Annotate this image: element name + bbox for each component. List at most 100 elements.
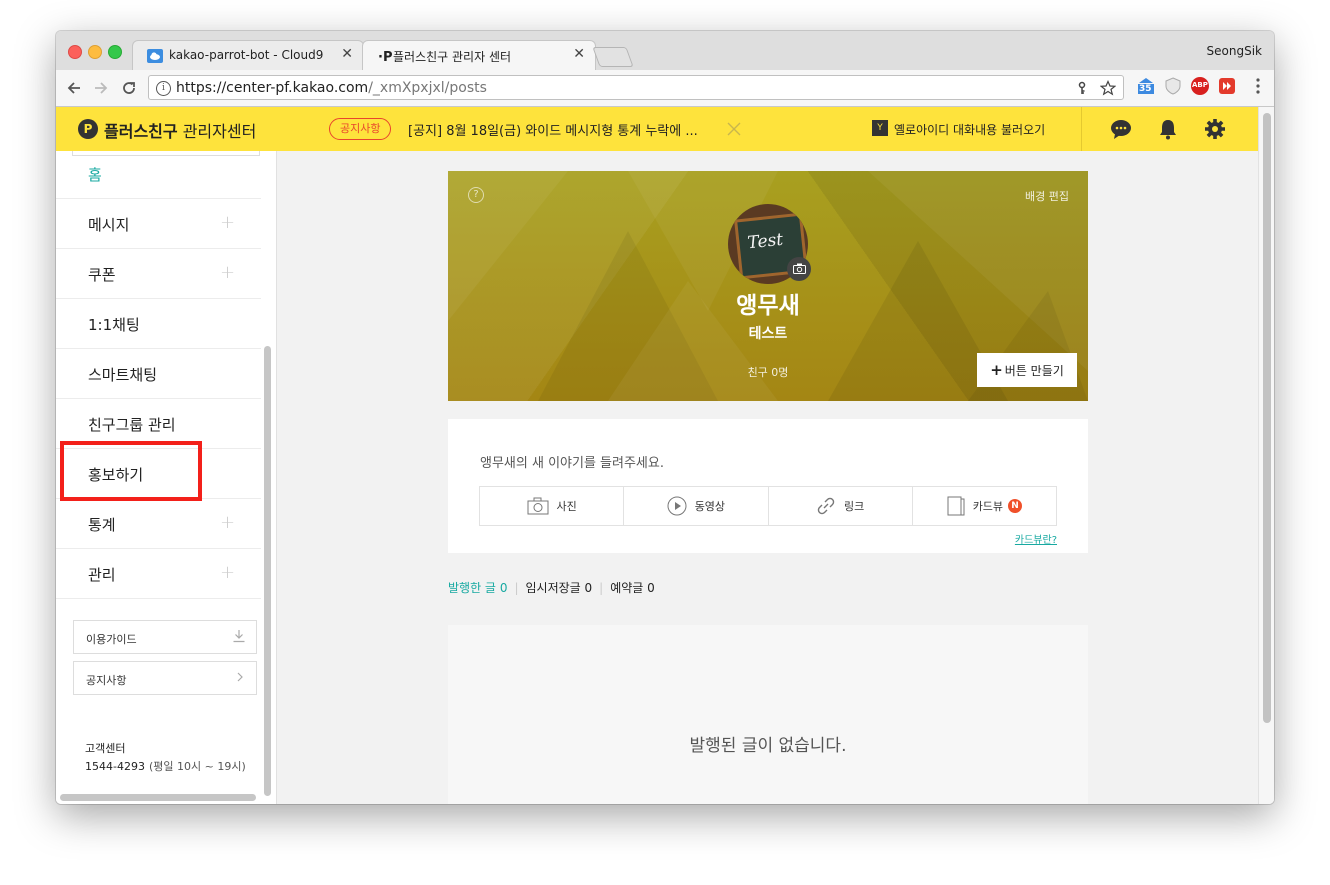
sidebar-item-label: 스마트채팅: [88, 366, 158, 384]
post-composer: 앵무새의 새 이야기를 들려주세요. 사진 동영상 링크 카드뷰 N 카드뷰란?: [448, 419, 1088, 553]
profile-name: 앵무새: [736, 293, 800, 319]
card-icon: [947, 496, 965, 516]
key-icon[interactable]: [1075, 81, 1089, 95]
sidebar-horizontal-scrollbar[interactable]: [60, 794, 256, 801]
tab-close-icon[interactable]: ✕: [573, 46, 585, 62]
app-brand[interactable]: 플러스친구 관리자센터: [104, 118, 256, 142]
svg-text:·P: ·P: [378, 50, 392, 64]
sidebar-item-message[interactable]: 메시지 +: [56, 199, 261, 249]
camera-icon[interactable]: [787, 257, 811, 281]
address-bar[interactable]: i https://center-pf.kakao.com/_xmXpxjxl/…: [148, 75, 1124, 100]
profile-name[interactable]: SeongSik: [1207, 44, 1262, 58]
customer-center-phone: 1544-4293 (평일 10시 ~ 19시): [85, 760, 246, 773]
reload-icon[interactable]: [121, 80, 137, 96]
chevron-right-icon: [237, 672, 243, 682]
browser-menu-icon[interactable]: [1249, 77, 1267, 95]
help-icon[interactable]: ?: [468, 187, 484, 203]
background-edit-button[interactable]: 배경 편집: [1025, 188, 1069, 204]
make-button-button[interactable]: + 버튼 만들기: [977, 353, 1077, 387]
tab-plusfriend[interactable]: ·P 플러스친구 관리자 센터 ✕: [362, 40, 596, 70]
tab-scheduled[interactable]: 예약글 0: [610, 581, 655, 595]
plusfriend-favicon-icon: ·P: [378, 50, 392, 64]
bookmark-star-icon[interactable]: [1100, 80, 1116, 96]
tab-title: 플러스친구 관리자 센터: [393, 50, 512, 64]
page-scrollbar-thumb[interactable]: [1263, 113, 1271, 723]
sidebar: 홈 메시지 + 쿠폰 + 1:1채팅 스마트채팅 친구그룹 관리 홍보하기 통계…: [56, 151, 277, 804]
page-scrollbar[interactable]: [1258, 107, 1274, 804]
link-icon: [817, 497, 835, 515]
expand-plus-icon[interactable]: +: [220, 262, 235, 283]
sidebar-item-label: 관리: [88, 566, 116, 584]
main-content: ? 배경 편집 Test 앵무새 테스트 친구 0명 + 버튼 만들기 앵무새의…: [277, 151, 1258, 804]
minimize-window-button[interactable]: [88, 45, 102, 59]
browser-toolbar: i https://center-pf.kakao.com/_xmXpxjxl/…: [56, 70, 1274, 107]
extension-badge-icon[interactable]: 35: [1137, 77, 1155, 95]
sidebar-item-manage[interactable]: 관리 +: [56, 549, 261, 599]
expand-plus-icon[interactable]: +: [220, 512, 235, 533]
empty-posts-panel: 발행된 글이 없습니다.: [448, 625, 1088, 804]
notice-badge[interactable]: 공지사항: [329, 118, 392, 140]
sidebar-item-smart-chat[interactable]: 스마트채팅: [56, 349, 261, 399]
download-icon: [233, 630, 245, 643]
tab-close-icon[interactable]: ✕: [341, 46, 353, 62]
customer-center-title: 고객센터: [85, 742, 126, 755]
zoom-window-button[interactable]: [108, 45, 122, 59]
shield-extension-icon[interactable]: [1164, 77, 1182, 95]
usage-guide-label: 이용가이드: [86, 633, 137, 646]
sidebar-item-statistics[interactable]: 통계 +: [56, 499, 261, 549]
composer-placeholder[interactable]: 앵무새의 새 이야기를 들려주세요.: [480, 452, 664, 471]
cardview-help-link[interactable]: 카드뷰란?: [1015, 531, 1057, 546]
forward-arrow-icon[interactable]: [93, 80, 109, 96]
notice-close-icon[interactable]: [726, 121, 742, 137]
expand-plus-icon[interactable]: +: [220, 562, 235, 583]
new-tab-button[interactable]: [592, 47, 634, 67]
tab-title: kakao-parrot-bot - Cloud9: [169, 48, 324, 62]
gear-icon[interactable]: [1204, 118, 1226, 140]
smart-chat-highlight-box: [60, 441, 202, 501]
media-extension-icon[interactable]: [1218, 77, 1236, 95]
tab-cloud9[interactable]: kakao-parrot-bot - Cloud9 ✕: [132, 40, 364, 70]
camera-icon: [527, 497, 548, 515]
profile-subtitle: 테스트: [748, 326, 788, 342]
cloud9-favicon-icon: [147, 49, 163, 63]
chat-icon[interactable]: [1110, 118, 1132, 140]
site-info-icon[interactable]: i: [156, 81, 171, 96]
app-header: P 플러스친구 관리자센터 공지사항 [공지] 8월 18일(금) 와이드 메시…: [56, 107, 1258, 151]
notice-text[interactable]: [공지] 8월 18일(금) 와이드 메시지형 통계 누락에 ...: [408, 120, 698, 139]
page-viewport: P 플러스친구 관리자센터 공지사항 [공지] 8월 18일(금) 와이드 메시…: [56, 107, 1274, 804]
sidebar-vertical-scrollbar[interactable]: [264, 346, 271, 796]
adblock-extension-icon[interactable]: ABP: [1191, 77, 1209, 95]
yellow-id-import-link[interactable]: 옐로아이디 대화내용 불러오기: [894, 121, 1045, 138]
sidebar-item-1on1-chat[interactable]: 1:1채팅: [56, 299, 261, 349]
sidebar-item-label: 쿠폰: [88, 266, 116, 284]
url-text: https://center-pf.kakao.com/_xmXpxjxl/po…: [176, 80, 487, 96]
sidebar-item-home[interactable]: 홈: [56, 151, 261, 199]
post-tabs: 발행한 글 0 | 임시저장글 0 | 예약글 0: [448, 581, 655, 595]
sidebar-item-label: 메시지: [88, 216, 130, 234]
tab-strip: kakao-parrot-bot - Cloud9 ✕ ·P 플러스친구 관리자…: [56, 31, 1274, 70]
sidebar-item-label: 통계: [88, 516, 116, 534]
usage-guide-button[interactable]: 이용가이드: [73, 620, 257, 654]
sidebar-item-coupon[interactable]: 쿠폰 +: [56, 249, 261, 299]
expand-plus-icon[interactable]: +: [220, 212, 235, 233]
sidebar-item-label: 친구그룹 관리: [88, 416, 176, 434]
notice-button[interactable]: 공지사항: [73, 661, 257, 695]
sidebar-item-label: 홈: [88, 166, 102, 184]
yellow-id-icon: Y: [872, 120, 888, 136]
play-icon: [667, 496, 687, 516]
close-window-button[interactable]: [68, 45, 82, 59]
link-button[interactable]: 링크: [769, 487, 913, 525]
tab-published[interactable]: 발행한 글 0: [448, 581, 507, 595]
header-divider: [1081, 107, 1082, 151]
photo-button[interactable]: 사진: [480, 487, 625, 525]
sidebar-item-label: 1:1채팅: [88, 316, 140, 334]
back-arrow-icon[interactable]: [66, 80, 82, 96]
profile-cover: ? 배경 편집 Test 앵무새 테스트 친구 0명 + 버튼 만들기: [448, 171, 1088, 401]
bell-icon[interactable]: [1158, 118, 1178, 140]
tab-drafts[interactable]: 임시저장글 0: [526, 581, 593, 595]
cardview-button[interactable]: 카드뷰 N: [913, 487, 1056, 525]
plusfriend-logo-icon[interactable]: P: [78, 119, 98, 139]
composer-toolbar: 사진 동영상 링크 카드뷰 N: [479, 486, 1057, 526]
video-button[interactable]: 동영상: [624, 487, 769, 525]
empty-message: 발행된 글이 없습니다.: [689, 736, 847, 756]
